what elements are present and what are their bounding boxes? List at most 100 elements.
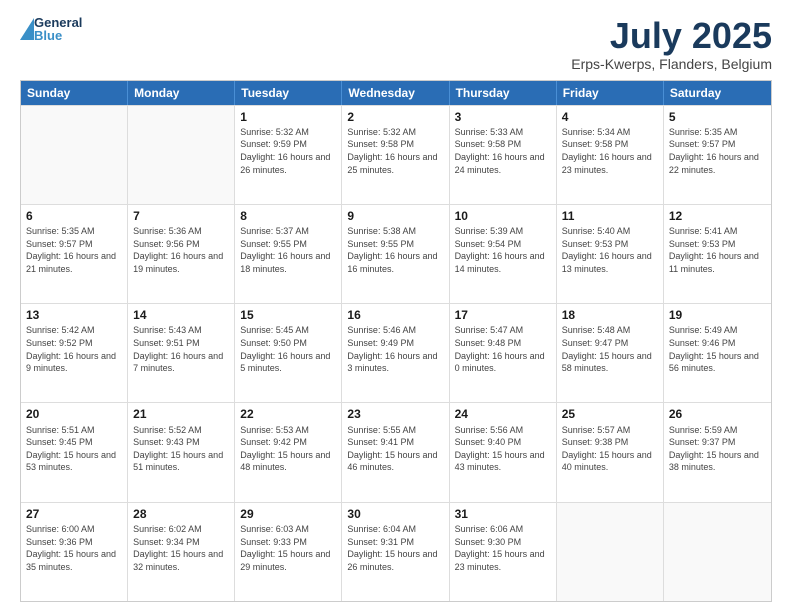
cal-cell-3-6: 26 Sunrise: 5:59 AMSunset: 9:37 PMDayligh…	[664, 403, 771, 501]
day-number: 18	[562, 307, 658, 323]
subtitle: Erps-Kwerps, Flanders, Belgium	[571, 56, 772, 72]
cell-info: Sunrise: 5:48 AMSunset: 9:47 PMDaylight:…	[562, 324, 658, 374]
cell-info: Sunrise: 5:37 AMSunset: 9:55 PMDaylight:…	[240, 225, 336, 275]
cal-cell-4-4: 31Sunrise: 6:06 AMSunset: 9:30 PMDayligh…	[450, 503, 557, 601]
cal-cell-4-1: 28Sunrise: 6:02 AMSunset: 9:34 PMDayligh…	[128, 503, 235, 601]
cal-cell-2-5: 18Sunrise: 5:48 AMSunset: 9:47 PMDayligh…	[557, 304, 664, 402]
cell-info: Sunrise: 5:53 AMSunset: 9:42 PMDaylight:…	[240, 424, 336, 474]
day-number: 31	[455, 506, 551, 522]
day-number: 27	[26, 506, 122, 522]
header-monday: Monday	[128, 81, 235, 105]
cell-info: Sunrise: 5:34 AMSunset: 9:58 PMDaylight:…	[562, 126, 658, 176]
cal-cell-0-2: 1Sunrise: 5:32 AMSunset: 9:59 PMDaylight…	[235, 106, 342, 204]
day-number: 23	[347, 406, 443, 422]
cal-cell-3-3: 23 Sunrise: 5:55 AMSunset: 9:41 PMDayligh…	[342, 403, 449, 501]
cal-cell-1-5: 11Sunrise: 5:40 AMSunset: 9:53 PMDayligh…	[557, 205, 664, 303]
cell-info: Sunrise: 5:55 AMSunset: 9:41 PMDaylight:…	[347, 424, 443, 474]
cal-cell-2-4: 17Sunrise: 5:47 AMSunset: 9:48 PMDayligh…	[450, 304, 557, 402]
cal-cell-1-4: 10Sunrise: 5:39 AMSunset: 9:54 PMDayligh…	[450, 205, 557, 303]
cal-cell-0-1	[128, 106, 235, 204]
day-number: 5	[669, 109, 766, 125]
day-number: 12	[669, 208, 766, 224]
day-number: 3	[455, 109, 551, 125]
calendar-body: 1Sunrise: 5:32 AMSunset: 9:59 PMDaylight…	[21, 105, 771, 601]
calendar: Sunday Monday Tuesday Wednesday Thursday…	[20, 80, 772, 602]
cell-info: Sunrise: 5:43 AMSunset: 9:51 PMDaylight:…	[133, 324, 229, 374]
cell-info: Sunrise: 5:32 AMSunset: 9:58 PMDaylight:…	[347, 126, 443, 176]
day-number: 7	[133, 208, 229, 224]
cell-info: Sunrise: 5:36 AMSunset: 9:56 PMDaylight:…	[133, 225, 229, 275]
day-number: 11	[562, 208, 658, 224]
cal-cell-3-1: 21 Sunrise: 5:52 AMSunset: 9:43 PMDayligh…	[128, 403, 235, 501]
header-friday: Friday	[557, 81, 664, 105]
cal-cell-4-2: 29Sunrise: 6:03 AMSunset: 9:33 PMDayligh…	[235, 503, 342, 601]
week-row-3: 13Sunrise: 5:42 AMSunset: 9:52 PMDayligh…	[21, 303, 771, 402]
week-row-5: 27Sunrise: 6:00 AMSunset: 9:36 PMDayligh…	[21, 502, 771, 601]
cal-cell-1-3: 9Sunrise: 5:38 AMSunset: 9:55 PMDaylight…	[342, 205, 449, 303]
cell-info: Sunrise: 5:46 AMSunset: 9:49 PMDaylight:…	[347, 324, 443, 374]
cell-info: Sunrise: 6:00 AMSunset: 9:36 PMDaylight:…	[26, 523, 122, 573]
day-number: 6	[26, 208, 122, 224]
cal-cell-0-4: 3Sunrise: 5:33 AMSunset: 9:58 PMDaylight…	[450, 106, 557, 204]
cal-cell-3-4: 24 Sunrise: 5:56 AMSunset: 9:40 PMDayligh…	[450, 403, 557, 501]
cal-cell-0-5: 4Sunrise: 5:34 AMSunset: 9:58 PMDaylight…	[557, 106, 664, 204]
cell-info: Sunrise: 5:33 AMSunset: 9:58 PMDaylight:…	[455, 126, 551, 176]
cal-cell-2-2: 15Sunrise: 5:45 AMSunset: 9:50 PMDayligh…	[235, 304, 342, 402]
cell-info: Sunrise: 5:45 AMSunset: 9:50 PMDaylight:…	[240, 324, 336, 374]
cal-cell-2-6: 19Sunrise: 5:49 AMSunset: 9:46 PMDayligh…	[664, 304, 771, 402]
cell-info: Sunrise: 5:49 AMSunset: 9:46 PMDaylight:…	[669, 324, 766, 374]
cell-info: Sunrise: 5:35 AMSunset: 9:57 PMDaylight:…	[26, 225, 122, 275]
day-number: 22	[240, 406, 336, 422]
logo-triangle-icon	[20, 18, 34, 40]
header-thursday: Thursday	[450, 81, 557, 105]
day-number: 26	[669, 406, 766, 422]
day-number: 21	[133, 406, 229, 422]
title-block: July 2025 Erps-Kwerps, Flanders, Belgium	[571, 16, 772, 72]
cell-info: Sunrise: 5:39 AMSunset: 9:54 PMDaylight:…	[455, 225, 551, 275]
day-number: 20	[26, 406, 122, 422]
cell-info: Sunrise: 6:04 AMSunset: 9:31 PMDaylight:…	[347, 523, 443, 573]
cal-cell-1-2: 8Sunrise: 5:37 AMSunset: 9:55 PMDaylight…	[235, 205, 342, 303]
header: General Blue July 2025 Erps-Kwerps, Flan…	[20, 16, 772, 72]
day-number: 1	[240, 109, 336, 125]
week-row-4: 20 Sunrise: 5:51 AMSunset: 9:45 PMDayligh…	[21, 402, 771, 501]
cell-info: Sunrise: 6:02 AMSunset: 9:34 PMDaylight:…	[133, 523, 229, 573]
cell-info: Sunrise: 5:38 AMSunset: 9:55 PMDaylight:…	[347, 225, 443, 275]
cal-cell-4-3: 30Sunrise: 6:04 AMSunset: 9:31 PMDayligh…	[342, 503, 449, 601]
day-number: 30	[347, 506, 443, 522]
cell-info: Sunrise: 5:41 AMSunset: 9:53 PMDaylight:…	[669, 225, 766, 275]
cell-info: Sunrise: 5:56 AMSunset: 9:40 PMDaylight:…	[455, 424, 551, 474]
header-saturday: Saturday	[664, 81, 771, 105]
cell-info: Sunrise: 5:59 AMSunset: 9:37 PMDaylight:…	[669, 424, 766, 474]
cell-info: Sunrise: 5:51 AMSunset: 9:45 PMDaylight:…	[26, 424, 122, 474]
page: General Blue July 2025 Erps-Kwerps, Flan…	[0, 0, 792, 612]
cal-cell-1-6: 12Sunrise: 5:41 AMSunset: 9:53 PMDayligh…	[664, 205, 771, 303]
cal-cell-2-0: 13Sunrise: 5:42 AMSunset: 9:52 PMDayligh…	[21, 304, 128, 402]
cell-info: Sunrise: 5:52 AMSunset: 9:43 PMDaylight:…	[133, 424, 229, 474]
cal-cell-4-6	[664, 503, 771, 601]
cal-cell-0-6: 5Sunrise: 5:35 AMSunset: 9:57 PMDaylight…	[664, 106, 771, 204]
cell-info: Sunrise: 5:42 AMSunset: 9:52 PMDaylight:…	[26, 324, 122, 374]
main-title: July 2025	[571, 16, 772, 56]
cal-cell-0-0	[21, 106, 128, 204]
cell-info: Sunrise: 6:03 AMSunset: 9:33 PMDaylight:…	[240, 523, 336, 573]
day-number: 28	[133, 506, 229, 522]
cal-cell-3-2: 22 Sunrise: 5:53 AMSunset: 9:42 PMDayligh…	[235, 403, 342, 501]
day-number: 10	[455, 208, 551, 224]
cell-info: Sunrise: 5:47 AMSunset: 9:48 PMDaylight:…	[455, 324, 551, 374]
cell-info: Sunrise: 5:32 AMSunset: 9:59 PMDaylight:…	[240, 126, 336, 176]
logo: General Blue	[20, 16, 82, 42]
day-number: 9	[347, 208, 443, 224]
day-number: 24	[455, 406, 551, 422]
cal-cell-1-0: 6Sunrise: 5:35 AMSunset: 9:57 PMDaylight…	[21, 205, 128, 303]
cal-cell-2-3: 16Sunrise: 5:46 AMSunset: 9:49 PMDayligh…	[342, 304, 449, 402]
cal-cell-2-1: 14Sunrise: 5:43 AMSunset: 9:51 PMDayligh…	[128, 304, 235, 402]
cal-cell-0-3: 2Sunrise: 5:32 AMSunset: 9:58 PMDaylight…	[342, 106, 449, 204]
cal-cell-3-5: 25Sunrise: 5:57 AMSunset: 9:38 PMDayligh…	[557, 403, 664, 501]
day-number: 19	[669, 307, 766, 323]
logo-text: General Blue	[34, 16, 82, 42]
calendar-header: Sunday Monday Tuesday Wednesday Thursday…	[21, 81, 771, 105]
day-number: 14	[133, 307, 229, 323]
cal-cell-3-0: 20 Sunrise: 5:51 AMSunset: 9:45 PMDayligh…	[21, 403, 128, 501]
cal-cell-4-0: 27Sunrise: 6:00 AMSunset: 9:36 PMDayligh…	[21, 503, 128, 601]
